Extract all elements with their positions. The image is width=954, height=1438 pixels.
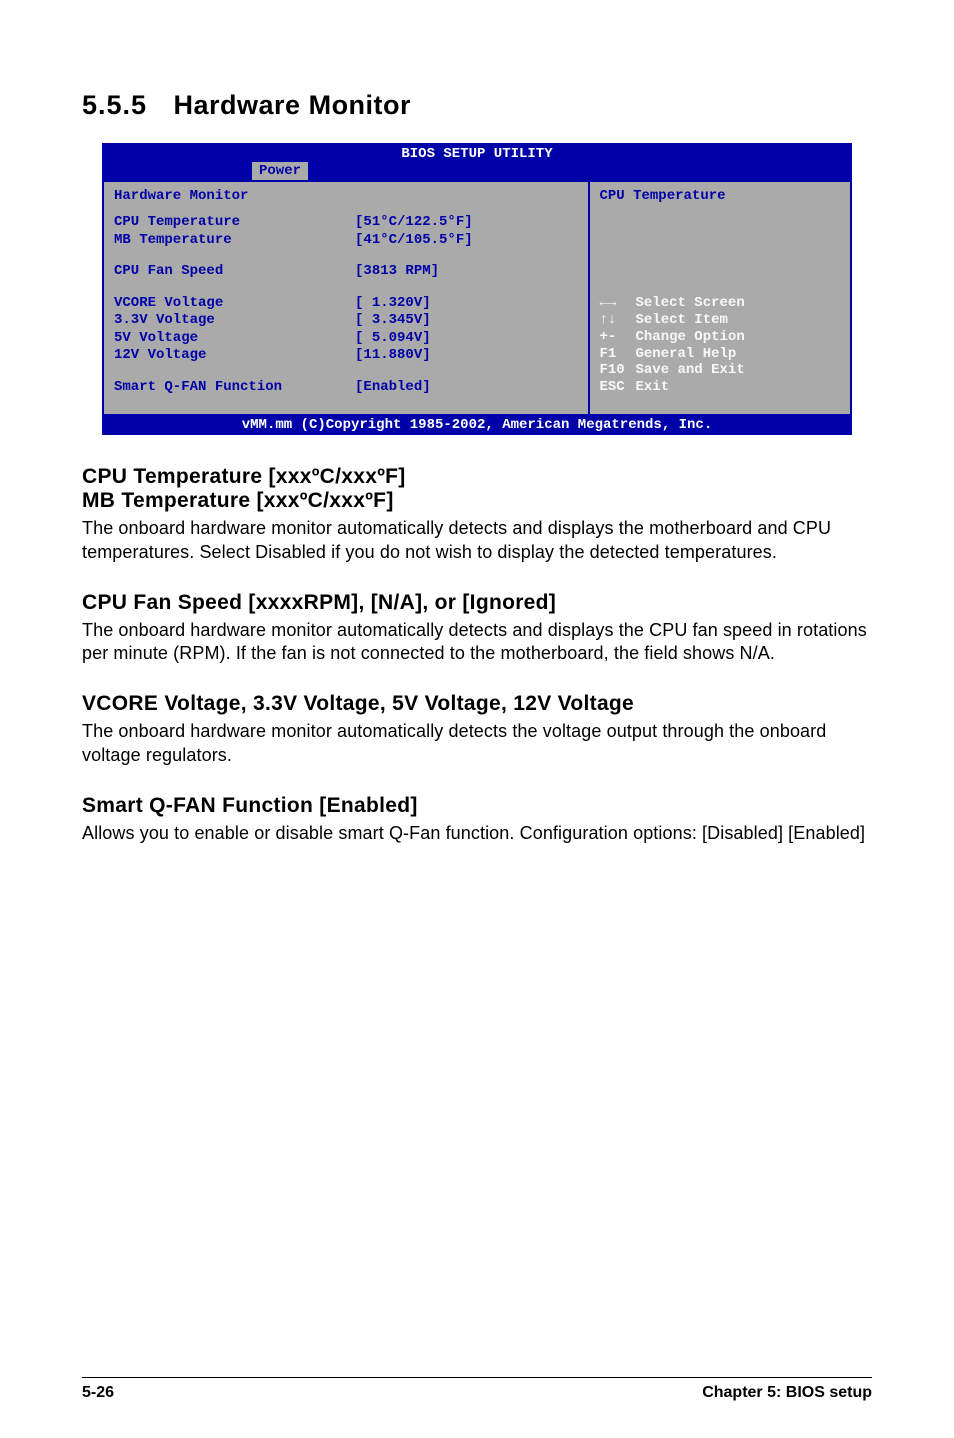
- paragraph-fan: The onboard hardware monitor automatical…: [82, 619, 872, 667]
- bios-panels: Hardware Monitor CPU Temperature [51°C/1…: [102, 180, 852, 416]
- row-value: [Enabled]: [355, 379, 577, 397]
- paragraph-voltage: The onboard hardware monitor automatical…: [82, 720, 872, 768]
- paragraph-temp: The onboard hardware monitor automatical…: [82, 517, 872, 565]
- chapter-title: Chapter 5: BIOS setup: [702, 1384, 872, 1402]
- row-value: [11.880V]: [355, 347, 577, 365]
- bios-row-qfan[interactable]: Smart Q-FAN Function [Enabled]: [114, 379, 578, 397]
- nav-key-arrows-lr-icon: ←→: [600, 295, 636, 312]
- footer-rule: [82, 1377, 872, 1378]
- nav-row: F1 General Help: [600, 346, 841, 363]
- nav-key-f10: F10: [600, 362, 636, 379]
- nav-row: +- Change Option: [600, 329, 841, 346]
- nav-key-f1: F1: [600, 346, 636, 363]
- bios-panel-title: Hardware Monitor: [114, 188, 578, 204]
- row-value: [51°C/122.5°F]: [355, 214, 577, 232]
- bios-row-3v3[interactable]: 3.3V Voltage [ 3.345V]: [114, 312, 578, 330]
- subheading-qfan: Smart Q-FAN Function [Enabled]: [82, 794, 872, 818]
- nav-key-esc: ESC: [600, 379, 636, 396]
- row-label: VCORE Voltage: [114, 295, 355, 313]
- subheading-temp-1: CPU Temperature [xxxºC/xxxºF]: [82, 465, 872, 489]
- subheading-voltage: VCORE Voltage, 3.3V Voltage, 5V Voltage,…: [82, 692, 872, 716]
- row-label: Smart Q-FAN Function: [114, 379, 355, 397]
- nav-row: ←→ Select Screen: [600, 295, 841, 312]
- bios-row-5v[interactable]: 5V Voltage [ 5.094V]: [114, 330, 578, 348]
- bios-row-cpu-temp[interactable]: CPU Temperature [51°C/122.5°F]: [114, 214, 578, 232]
- nav-desc: Select Item: [636, 312, 728, 329]
- row-value: [ 1.320V]: [355, 295, 577, 313]
- subheading-fan: CPU Fan Speed [xxxxRPM], [N/A], or [Igno…: [82, 591, 872, 615]
- bios-header-title: BIOS SETUP UTILITY: [102, 143, 852, 162]
- row-value: [41°C/105.5°F]: [355, 232, 577, 250]
- nav-key-arrows-ud-icon: ↑↓: [600, 312, 636, 329]
- row-value: [3813 RPM]: [355, 263, 577, 281]
- subheading-temp-2: MB Temperature [xxxºC/xxxºF]: [82, 489, 872, 513]
- row-label: 12V Voltage: [114, 347, 355, 365]
- bios-tab-power[interactable]: Power: [252, 162, 308, 180]
- nav-desc: Exit: [636, 379, 670, 396]
- bios-nav-hints: ←→ Select Screen ↑↓ Select Item +- Chang…: [600, 295, 841, 396]
- section-heading: 5.5.5 Hardware Monitor: [82, 90, 872, 143]
- paragraph-qfan: Allows you to enable or disable smart Q-…: [82, 822, 872, 846]
- row-label: MB Temperature: [114, 232, 355, 250]
- row-value: [ 3.345V]: [355, 312, 577, 330]
- row-label: CPU Temperature: [114, 214, 355, 232]
- bios-row-fan-speed[interactable]: CPU Fan Speed [3813 RPM]: [114, 263, 578, 281]
- nav-desc: Select Screen: [636, 295, 745, 312]
- section-title: Hardware Monitor: [174, 90, 412, 121]
- bios-row-mb-temp[interactable]: MB Temperature [41°C/105.5°F]: [114, 232, 578, 250]
- nav-desc: Change Option: [636, 329, 745, 346]
- bios-right-panel: CPU Temperature ←→ Select Screen ↑↓ Sele…: [590, 180, 853, 416]
- nav-row: ESC Exit: [600, 379, 841, 396]
- nav-row: F10 Save and Exit: [600, 362, 841, 379]
- nav-row: ↑↓ Select Item: [600, 312, 841, 329]
- bios-footer-copyright: vMM.mm (C)Copyright 1985-2002, American …: [102, 416, 852, 435]
- nav-desc: General Help: [636, 346, 737, 363]
- bios-tab-row: Power: [102, 162, 852, 180]
- row-label: CPU Fan Speed: [114, 263, 355, 281]
- row-value: [ 5.094V]: [355, 330, 577, 348]
- bios-help-title: CPU Temperature: [600, 188, 841, 204]
- row-label: 5V Voltage: [114, 330, 355, 348]
- bios-screenshot: BIOS SETUP UTILITY Power Hardware Monito…: [102, 143, 852, 435]
- nav-key-plusminus-icon: +-: [600, 329, 636, 346]
- bios-row-vcore[interactable]: VCORE Voltage [ 1.320V]: [114, 295, 578, 313]
- nav-desc: Save and Exit: [636, 362, 745, 379]
- bios-row-12v[interactable]: 12V Voltage [11.880V]: [114, 347, 578, 365]
- page-footer: 5-26 Chapter 5: BIOS setup: [82, 1377, 872, 1402]
- bios-left-panel: Hardware Monitor CPU Temperature [51°C/1…: [102, 180, 590, 416]
- section-number: 5.5.5: [82, 90, 147, 121]
- page-number: 5-26: [82, 1384, 114, 1402]
- row-label: 3.3V Voltage: [114, 312, 355, 330]
